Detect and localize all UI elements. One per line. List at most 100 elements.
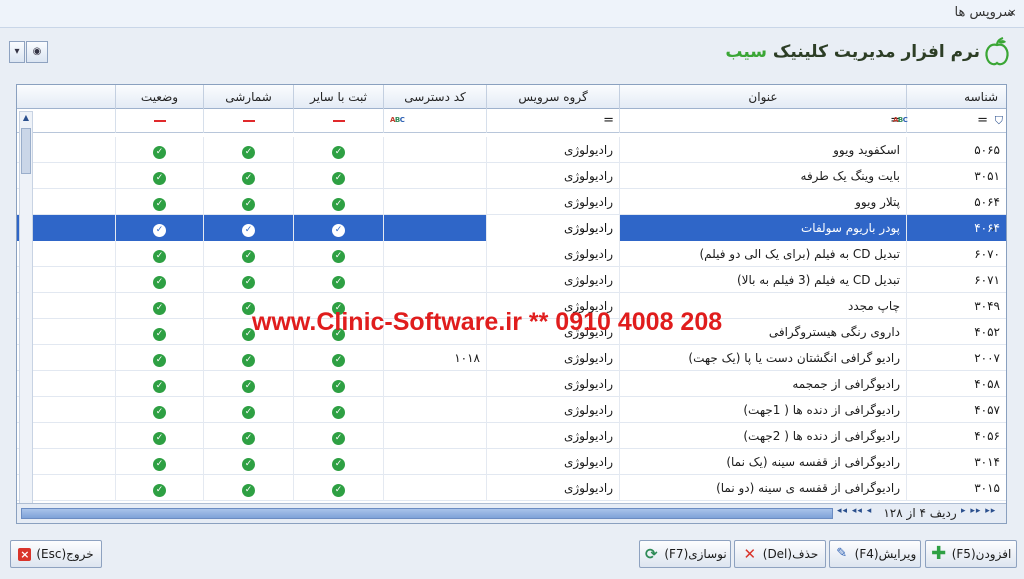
- countable-cell[interactable]: ✓: [203, 215, 293, 241]
- access-code-cell[interactable]: [383, 267, 486, 293]
- exit-button[interactable]: خروج(Esc) ×: [10, 540, 102, 568]
- id-cell[interactable]: ۳۰۱۵: [906, 475, 1006, 501]
- access-code-cell[interactable]: [383, 371, 486, 397]
- table-row[interactable]: ✓ ✓ ✓ رادیولوژی رادیوگرافی از قفسه سینه (یک …: [17, 449, 1006, 475]
- table-row[interactable]: ✓ ✓ ✓ رادیولوژی تبدیل CD یه فیلم (3 فیلم به …: [17, 267, 1006, 293]
- refresh-button[interactable]: نوسازی(F7) ⟳: [639, 540, 731, 568]
- register-cell[interactable]: ✓: [293, 449, 383, 475]
- access-code-cell[interactable]: [383, 449, 486, 475]
- table-row[interactable]: ✓ ✓ ✓ رادیولوژی رادیوگرافی از دنده ها ( 1جهت…: [17, 397, 1006, 423]
- id-cell[interactable]: ۳۰۵۱: [906, 163, 1006, 189]
- access-code-cell[interactable]: [383, 475, 486, 501]
- delete-button[interactable]: حذف(Del) ✕: [734, 540, 826, 568]
- countable-cell[interactable]: ✓: [203, 397, 293, 423]
- horizontal-scroll-thumb[interactable]: [21, 508, 833, 519]
- status-cell[interactable]: ✓: [115, 345, 203, 371]
- service-group-cell[interactable]: رادیولوژی: [486, 137, 619, 163]
- register-cell[interactable]: ✓: [293, 371, 383, 397]
- register-cell[interactable]: ✓: [293, 215, 383, 241]
- id-cell[interactable]: ۶۰۷۰: [906, 241, 1006, 267]
- scroll-thumb[interactable]: [21, 128, 31, 174]
- title-cell[interactable]: تبدیل CD به فیلم (برای یک الی دو فیلم): [619, 241, 906, 267]
- status-cell[interactable]: ✓: [115, 397, 203, 423]
- service-group-cell[interactable]: رادیولوژی: [486, 371, 619, 397]
- service-group-cell[interactable]: رادیولوژی: [486, 241, 619, 267]
- edit-button[interactable]: ویرایش(F4) ✎: [829, 540, 921, 568]
- title-cell[interactable]: رادیوگرافی از قفسه سینه (یک نما): [619, 449, 906, 475]
- access-code-cell[interactable]: [383, 397, 486, 423]
- vertical-scrollbar[interactable]: ▲: [19, 111, 33, 506]
- table-row[interactable]: ✓ ✓ ✓ رادیولوژی پودر باریوم سولفات ۴۰۶۴ ›: [17, 215, 1006, 241]
- header-access-code[interactable]: کد دسترسی: [383, 85, 486, 109]
- table-row[interactable]: ✓ ✓ ✓ رادیولوژی رادیوگرافی از دنده ها ( 2جهت…: [17, 423, 1006, 449]
- access-code-cell[interactable]: [383, 215, 486, 241]
- register-cell[interactable]: ✓: [293, 397, 383, 423]
- minimize-button[interactable]: _: [982, 5, 998, 21]
- title-cell[interactable]: رادیوگرافی از دنده ها ( 1جهت): [619, 397, 906, 423]
- service-group-cell[interactable]: رادیولوژی: [486, 397, 619, 423]
- filter-funnel-icon[interactable]: ⛉: [995, 114, 1003, 128]
- help-button[interactable]: ◉: [26, 41, 48, 63]
- title-cell[interactable]: پتلار ویوو: [619, 189, 906, 215]
- countable-cell[interactable]: ✓: [203, 475, 293, 501]
- countable-cell[interactable]: ✓: [203, 371, 293, 397]
- service-group-cell[interactable]: رادیولوژی: [486, 423, 619, 449]
- access-code-cell[interactable]: [383, 189, 486, 215]
- close-button[interactable]: ×: [1004, 5, 1020, 21]
- id-cell[interactable]: ۴۰۵۸: [906, 371, 1006, 397]
- countable-cell[interactable]: ✓: [203, 189, 293, 215]
- title-cell[interactable]: بایت وینگ یک طرفه: [619, 163, 906, 189]
- table-row[interactable]: ✓ ✓ ✓ رادیولوژی رادیوگرافی از جمجمه ۴۰۵۸: [17, 371, 1006, 397]
- register-cell[interactable]: ✓: [293, 267, 383, 293]
- service-group-cell[interactable]: رادیولوژی: [486, 189, 619, 215]
- nav-first-prev-buttons[interactable]: ◂◂ ◂◂ ◂: [837, 506, 872, 516]
- add-button[interactable]: افزودن(F5) ✚: [925, 540, 1017, 568]
- dropdown-toggle-button[interactable]: ▾: [9, 41, 25, 63]
- table-row[interactable]: ✓ ✓ ✓ رادیولوژی پتلار ویوو ۵۰۶۴: [17, 189, 1006, 215]
- filter-title[interactable]: =: [619, 109, 906, 133]
- table-row[interactable]: ✓ ✓ ✓ ۱۰۱۸ رادیولوژی رادیو گرافی انگشتان دست …: [17, 345, 1006, 371]
- title-cell[interactable]: رادیوگرافی از دنده ها ( 2جهت): [619, 423, 906, 449]
- access-code-cell[interactable]: [383, 137, 486, 163]
- access-code-cell[interactable]: [383, 423, 486, 449]
- title-cell[interactable]: رادیو گرافی انگشتان دست یا پا (یک جهت): [619, 345, 906, 371]
- status-cell[interactable]: ✓: [115, 371, 203, 397]
- countable-cell[interactable]: ✓: [203, 423, 293, 449]
- status-cell[interactable]: ✓: [115, 189, 203, 215]
- status-cell[interactable]: ✓: [115, 293, 203, 319]
- filter-register[interactable]: [293, 109, 383, 133]
- title-cell[interactable]: پودر باریوم سولفات: [619, 215, 906, 241]
- access-code-cell[interactable]: [383, 241, 486, 267]
- header-id[interactable]: شناسه: [906, 85, 1006, 109]
- service-group-cell[interactable]: رادیولوژی: [486, 215, 619, 241]
- register-cell[interactable]: ✓: [293, 423, 383, 449]
- status-cell[interactable]: ✓: [115, 215, 203, 241]
- service-group-cell[interactable]: رادیولوژی: [486, 345, 619, 371]
- title-cell[interactable]: رادیوگرافی از قفسه ی سینه (دو نما): [619, 475, 906, 501]
- status-cell[interactable]: ✓: [115, 267, 203, 293]
- access-code-cell[interactable]: ۱۰۱۸: [383, 345, 486, 371]
- register-cell[interactable]: ✓: [293, 241, 383, 267]
- table-row[interactable]: ✓ ✓ ✓ رادیولوژی بایت وینگ یک طرفه ۳۰۵۱: [17, 163, 1006, 189]
- filter-countable[interactable]: [203, 109, 293, 133]
- status-cell[interactable]: ✓: [115, 449, 203, 475]
- register-cell[interactable]: ✓: [293, 137, 383, 163]
- id-cell[interactable]: ۳۰۴۹: [906, 293, 1006, 319]
- service-group-cell[interactable]: رادیولوژی: [486, 449, 619, 475]
- id-cell[interactable]: ۴۰۵۶: [906, 423, 1006, 449]
- countable-cell[interactable]: ✓: [203, 267, 293, 293]
- id-cell[interactable]: ۶۰۷۱: [906, 267, 1006, 293]
- access-code-cell[interactable]: [383, 163, 486, 189]
- title-cell[interactable]: تبدیل CD یه فیلم (3 فیلم به بالا): [619, 267, 906, 293]
- title-cell[interactable]: اسکفوید ویوو: [619, 137, 906, 163]
- status-cell[interactable]: ✓: [115, 319, 203, 345]
- header-title[interactable]: عنوان: [619, 85, 906, 109]
- register-cell[interactable]: ✓: [293, 345, 383, 371]
- countable-cell[interactable]: ✓: [203, 163, 293, 189]
- status-cell[interactable]: ✓: [115, 423, 203, 449]
- id-cell[interactable]: ۴۰۵۷: [906, 397, 1006, 423]
- countable-cell[interactable]: ✓: [203, 137, 293, 163]
- register-cell[interactable]: ✓: [293, 163, 383, 189]
- register-cell[interactable]: ✓: [293, 189, 383, 215]
- header-status[interactable]: وضعیت: [115, 85, 203, 109]
